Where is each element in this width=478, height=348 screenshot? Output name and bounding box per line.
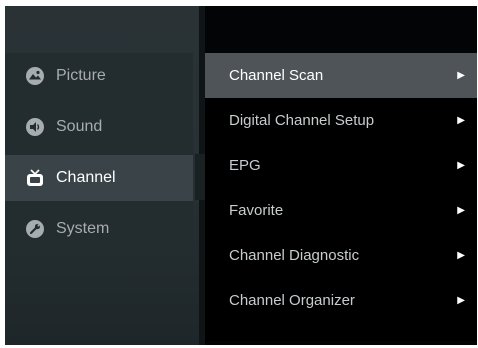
chevron-right-icon: ▶ xyxy=(457,70,465,81)
tv-menu-screen: Picture Sound Channel System Channel Sca… xyxy=(5,6,477,345)
channel-submenu: Channel Scan ▶ Digital Channel Setup ▶ E… xyxy=(205,53,477,341)
chevron-right-icon: ▶ xyxy=(457,205,465,216)
sound-icon xyxy=(25,117,45,137)
chevron-right-icon: ▶ xyxy=(457,160,465,171)
submenu-item-epg[interactable]: EPG ▶ xyxy=(205,143,477,188)
menu-item-channel[interactable]: Channel xyxy=(5,155,193,201)
submenu-item-favorite[interactable]: Favorite ▶ xyxy=(205,188,477,233)
menu-item-label: Channel xyxy=(56,169,116,186)
main-menu: Picture Sound Channel System xyxy=(5,53,193,255)
submenu-item-label: Favorite xyxy=(229,202,284,219)
chevron-right-icon: ▶ xyxy=(457,250,465,261)
submenu-item-label: Channel Scan xyxy=(229,67,324,84)
menu-item-label: Picture xyxy=(56,67,106,84)
menu-item-system[interactable]: System xyxy=(5,206,193,252)
submenu-item-label: Channel Organizer xyxy=(229,292,355,309)
menu-divider xyxy=(195,154,205,200)
chevron-right-icon: ▶ xyxy=(457,115,465,126)
menu-item-sound[interactable]: Sound xyxy=(5,104,193,150)
submenu-item-channel-scan[interactable]: Channel Scan ▶ xyxy=(205,53,477,98)
submenu-item-label: EPG xyxy=(229,157,261,174)
submenu-item-channel-organizer[interactable]: Channel Organizer ▶ xyxy=(205,278,477,323)
submenu-item-digital-channel-setup[interactable]: Digital Channel Setup ▶ xyxy=(205,98,477,143)
system-icon xyxy=(25,219,45,239)
channel-icon xyxy=(25,168,45,188)
submenu-item-label: Channel Diagnostic xyxy=(229,247,360,264)
menu-item-label: System xyxy=(56,220,110,237)
chevron-right-icon: ▶ xyxy=(457,295,465,306)
menu-item-label: Sound xyxy=(56,118,103,135)
menu-item-picture[interactable]: Picture xyxy=(5,53,193,99)
picture-icon xyxy=(25,66,45,86)
submenu-item-channel-diagnostic[interactable]: Channel Diagnostic ▶ xyxy=(205,233,477,278)
submenu-item-label: Digital Channel Setup xyxy=(229,112,375,129)
